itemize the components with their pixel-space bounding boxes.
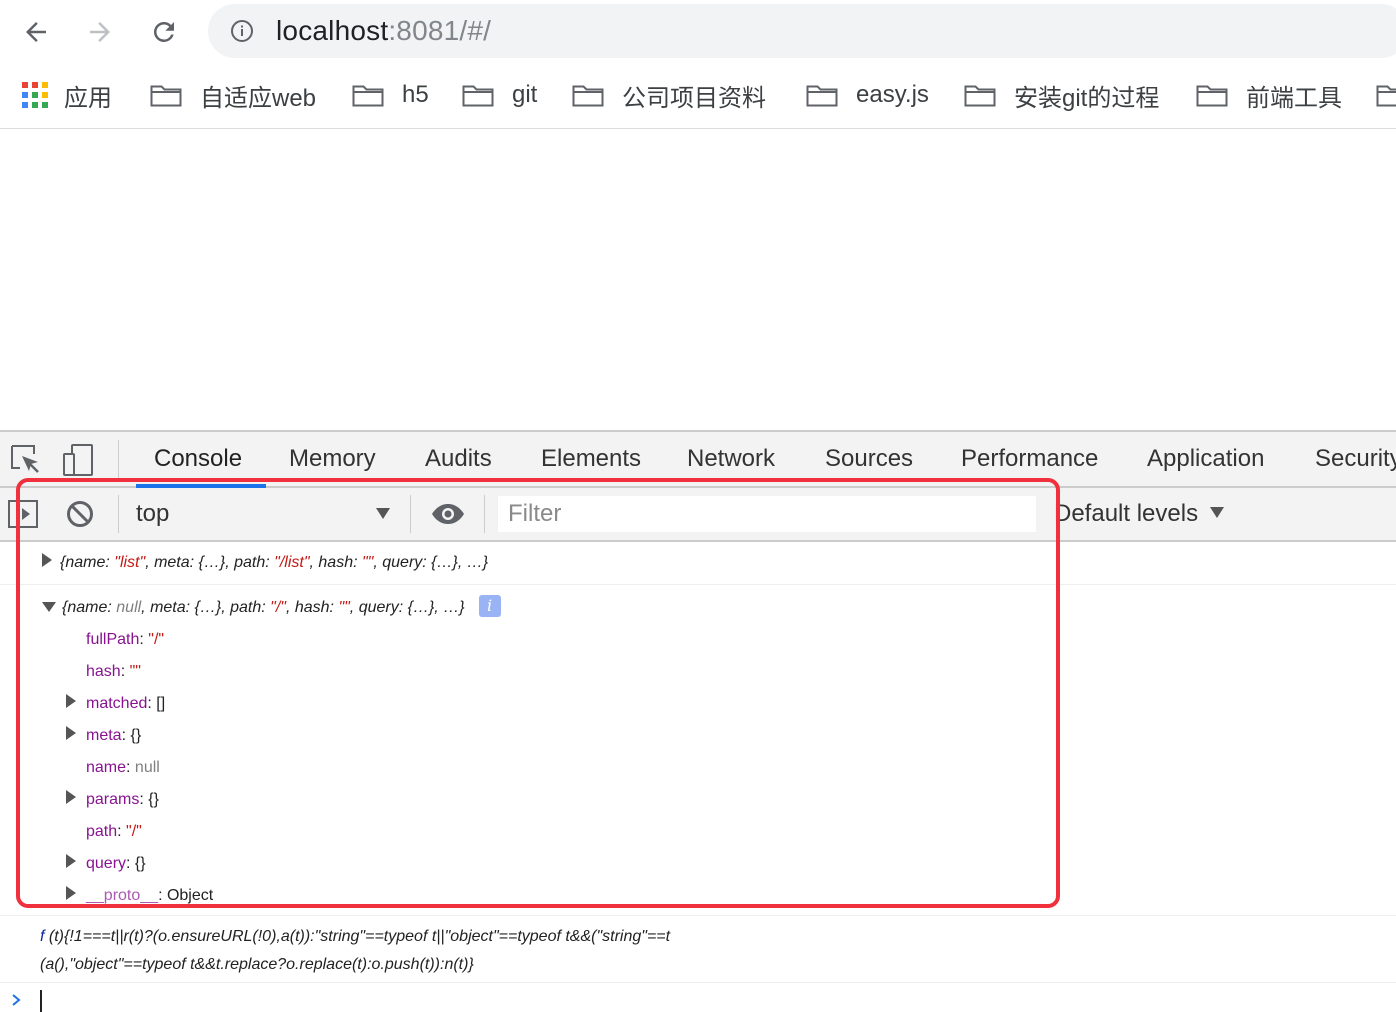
clear-console-icon[interactable]: [66, 500, 94, 528]
info-icon[interactable]: [230, 19, 254, 43]
tab-network[interactable]: Network: [687, 432, 775, 486]
folder-icon: [1196, 85, 1228, 107]
inspect-element-icon[interactable]: [8, 442, 44, 478]
bookmark-folder[interactable]: 前端工具: [1196, 78, 1342, 112]
tab-performance[interactable]: Performance: [961, 432, 1098, 486]
address-bar[interactable]: localhost:8081/#/: [208, 4, 1396, 58]
log-levels-dropdown[interactable]: Default levels: [1054, 488, 1225, 540]
expand-arrow-icon[interactable]: [66, 694, 76, 708]
reload-icon: [153, 21, 174, 42]
tab-memory[interactable]: Memory: [289, 432, 376, 486]
eye-icon[interactable]: [430, 502, 466, 526]
bookmark-folder[interactable]: 安装git的过程: [964, 78, 1159, 112]
expand-arrow-icon[interactable]: [66, 726, 76, 740]
console-toolbar: top Default levels: [0, 488, 1396, 542]
property-row[interactable]: __proto__: Object: [66, 880, 213, 912]
log-levels-label: Default levels: [1054, 500, 1199, 527]
function-source: (a(),"object"==typeof t&&t.replace?o.rep…: [40, 956, 474, 973]
bookmark-label: 应用: [64, 84, 112, 112]
url-text: localhost:8081/#/: [276, 16, 491, 46]
tab-security[interactable]: Security: [1315, 432, 1396, 486]
bookmark-label: 公司项目资料: [622, 84, 766, 112]
arrow-right-icon: [90, 22, 110, 42]
back-button[interactable]: [16, 12, 56, 52]
url-host: localhost: [276, 15, 389, 46]
prompt-chevron-icon: [12, 994, 21, 1006]
property-row[interactable]: params: {}: [66, 784, 159, 816]
console-message: f (t){!1===t||r(t)?(o.ensureURL(!0),a(t)…: [0, 916, 1396, 983]
console-message: {name: "list", meta: {…}, path: "/list",…: [0, 540, 1396, 585]
context-selector[interactable]: top: [136, 488, 169, 540]
apps-grid-icon: [22, 82, 48, 108]
arrow-left-icon: [26, 22, 46, 42]
property-row[interactable]: meta: {}: [66, 720, 141, 752]
object-preview[interactable]: {name: null, meta: {…}, path: "/", hash:…: [42, 592, 501, 624]
bookmark-folder[interactable]: git: [462, 78, 537, 112]
console-input-caret[interactable]: [40, 990, 42, 1012]
collapse-arrow-icon[interactable]: [42, 602, 56, 612]
bookmark-folder[interactable]: easy.js: [806, 78, 929, 112]
bookmark-folder[interactable]: 公司项目资料: [572, 78, 766, 112]
property-row: fullPath: "/": [86, 631, 165, 648]
bookmark-label: easy.js: [856, 81, 929, 108]
tab-audits[interactable]: Audits: [425, 432, 492, 486]
folder-icon: [806, 85, 838, 107]
folder-icon: [462, 85, 494, 107]
bookmark-label: h5: [402, 81, 429, 108]
bookmark-label: 自适应web: [200, 84, 317, 112]
folder-icon: [352, 85, 384, 107]
property-row: path: "/": [86, 823, 142, 840]
devtools-tab-bar: Console Memory Audits Elements Network S…: [0, 432, 1396, 488]
console-message: {name: null, meta: {…}, path: "/", hash:…: [0, 585, 1396, 916]
folder-icon: [150, 85, 182, 107]
expand-arrow-icon[interactable]: [66, 790, 76, 804]
expand-arrow-icon[interactable]: [66, 854, 76, 868]
reload-button[interactable]: [144, 12, 184, 52]
folder-icon: [572, 85, 604, 107]
tab-elements[interactable]: Elements: [541, 432, 641, 486]
object-preview[interactable]: {name: "list", meta: {…}, path: "/list",…: [42, 547, 488, 579]
bookmark-folder[interactable]: h5: [352, 78, 429, 112]
bookmark-label: git: [512, 81, 538, 108]
info-badge-icon[interactable]: i: [478, 594, 501, 617]
tab-sources[interactable]: Sources: [825, 432, 913, 486]
filter-input[interactable]: [498, 496, 1036, 532]
page-viewport: [0, 129, 1396, 430]
expand-arrow-icon[interactable]: [66, 886, 76, 900]
folder-icon: [1376, 85, 1396, 107]
show-sidebar-icon[interactable]: [8, 500, 38, 528]
bookmark-apps[interactable]: 应用: [22, 78, 112, 112]
property-row[interactable]: matched: []: [66, 688, 165, 720]
property-row[interactable]: query: {}: [66, 848, 146, 880]
url-path: :8081/#/: [388, 15, 492, 46]
forward-button[interactable]: [80, 12, 120, 52]
bookmark-label: 安装git的过程: [1014, 84, 1160, 112]
property-row: hash: "": [86, 663, 141, 680]
bookmark-folder[interactable]: 自适应web: [150, 78, 316, 112]
property-row: name: null: [86, 759, 160, 776]
bookmark-label: 前端工具: [1246, 84, 1342, 112]
chevron-down-icon: [1210, 507, 1225, 519]
folder-icon: [964, 85, 996, 107]
browser-toolbar: localhost:8081/#/: [0, 0, 1396, 62]
device-toolbar-icon[interactable]: [60, 442, 96, 478]
expand-arrow-icon[interactable]: [42, 553, 52, 567]
tab-application[interactable]: Application: [1147, 432, 1264, 486]
chevron-down-icon[interactable]: [376, 508, 390, 519]
bookmark-folder-overflow[interactable]: [1376, 78, 1396, 112]
tab-console[interactable]: Console: [135, 432, 267, 488]
bookmarks-bar: 应用 自适应web h5 git 公司项目资料 easy.js 安装git的过程…: [0, 62, 1396, 129]
